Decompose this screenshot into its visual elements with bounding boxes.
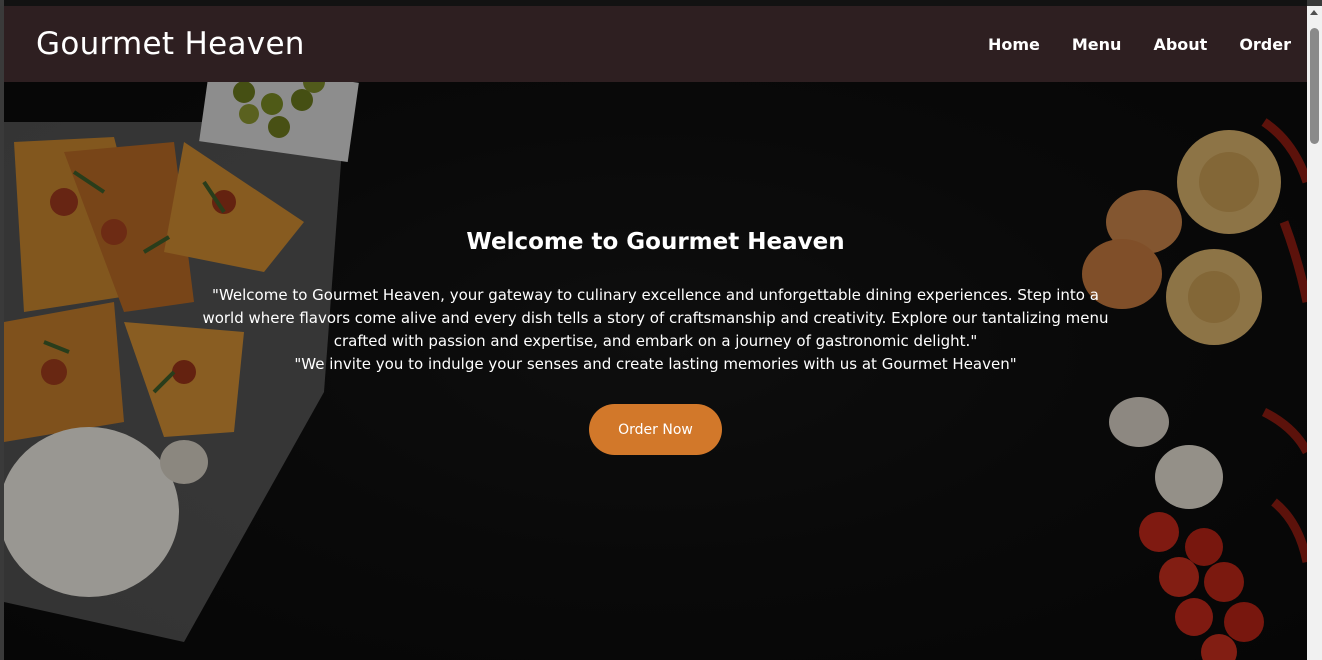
navbar: Gourmet Heaven Home Menu About Order	[4, 6, 1307, 82]
page-viewport: Gourmet Heaven Home Menu About Order Wel…	[4, 0, 1307, 660]
hero-content: Welcome to Gourmet Heaven "Welcome to Go…	[4, 82, 1307, 660]
hero-title: Welcome to Gourmet Heaven	[466, 229, 845, 255]
order-now-button[interactable]: Order Now	[589, 404, 722, 455]
nav-item-home[interactable]: Home	[988, 35, 1040, 54]
hero-description: "Welcome to Gourmet Heaven, your gateway…	[200, 284, 1111, 376]
hero-paragraph-invite: "We invite you to indulge your senses an…	[294, 355, 1017, 373]
brand-logo-text[interactable]: Gourmet Heaven	[36, 26, 305, 62]
hero-paragraph-intro: "Welcome to Gourmet Heaven, your gateway…	[202, 286, 1109, 350]
page-scrollbar[interactable]	[1307, 6, 1322, 660]
nav-item-menu[interactable]: Menu	[1072, 35, 1122, 54]
nav-item-about[interactable]: About	[1153, 35, 1207, 54]
nav-item-order[interactable]: Order	[1239, 35, 1291, 54]
hero-section: Welcome to Gourmet Heaven "Welcome to Go…	[4, 82, 1307, 660]
scrollbar-thumb[interactable]	[1310, 28, 1319, 144]
scroll-up-arrow-icon[interactable]	[1310, 10, 1318, 15]
nav-links: Home Menu About Order	[988, 35, 1291, 54]
